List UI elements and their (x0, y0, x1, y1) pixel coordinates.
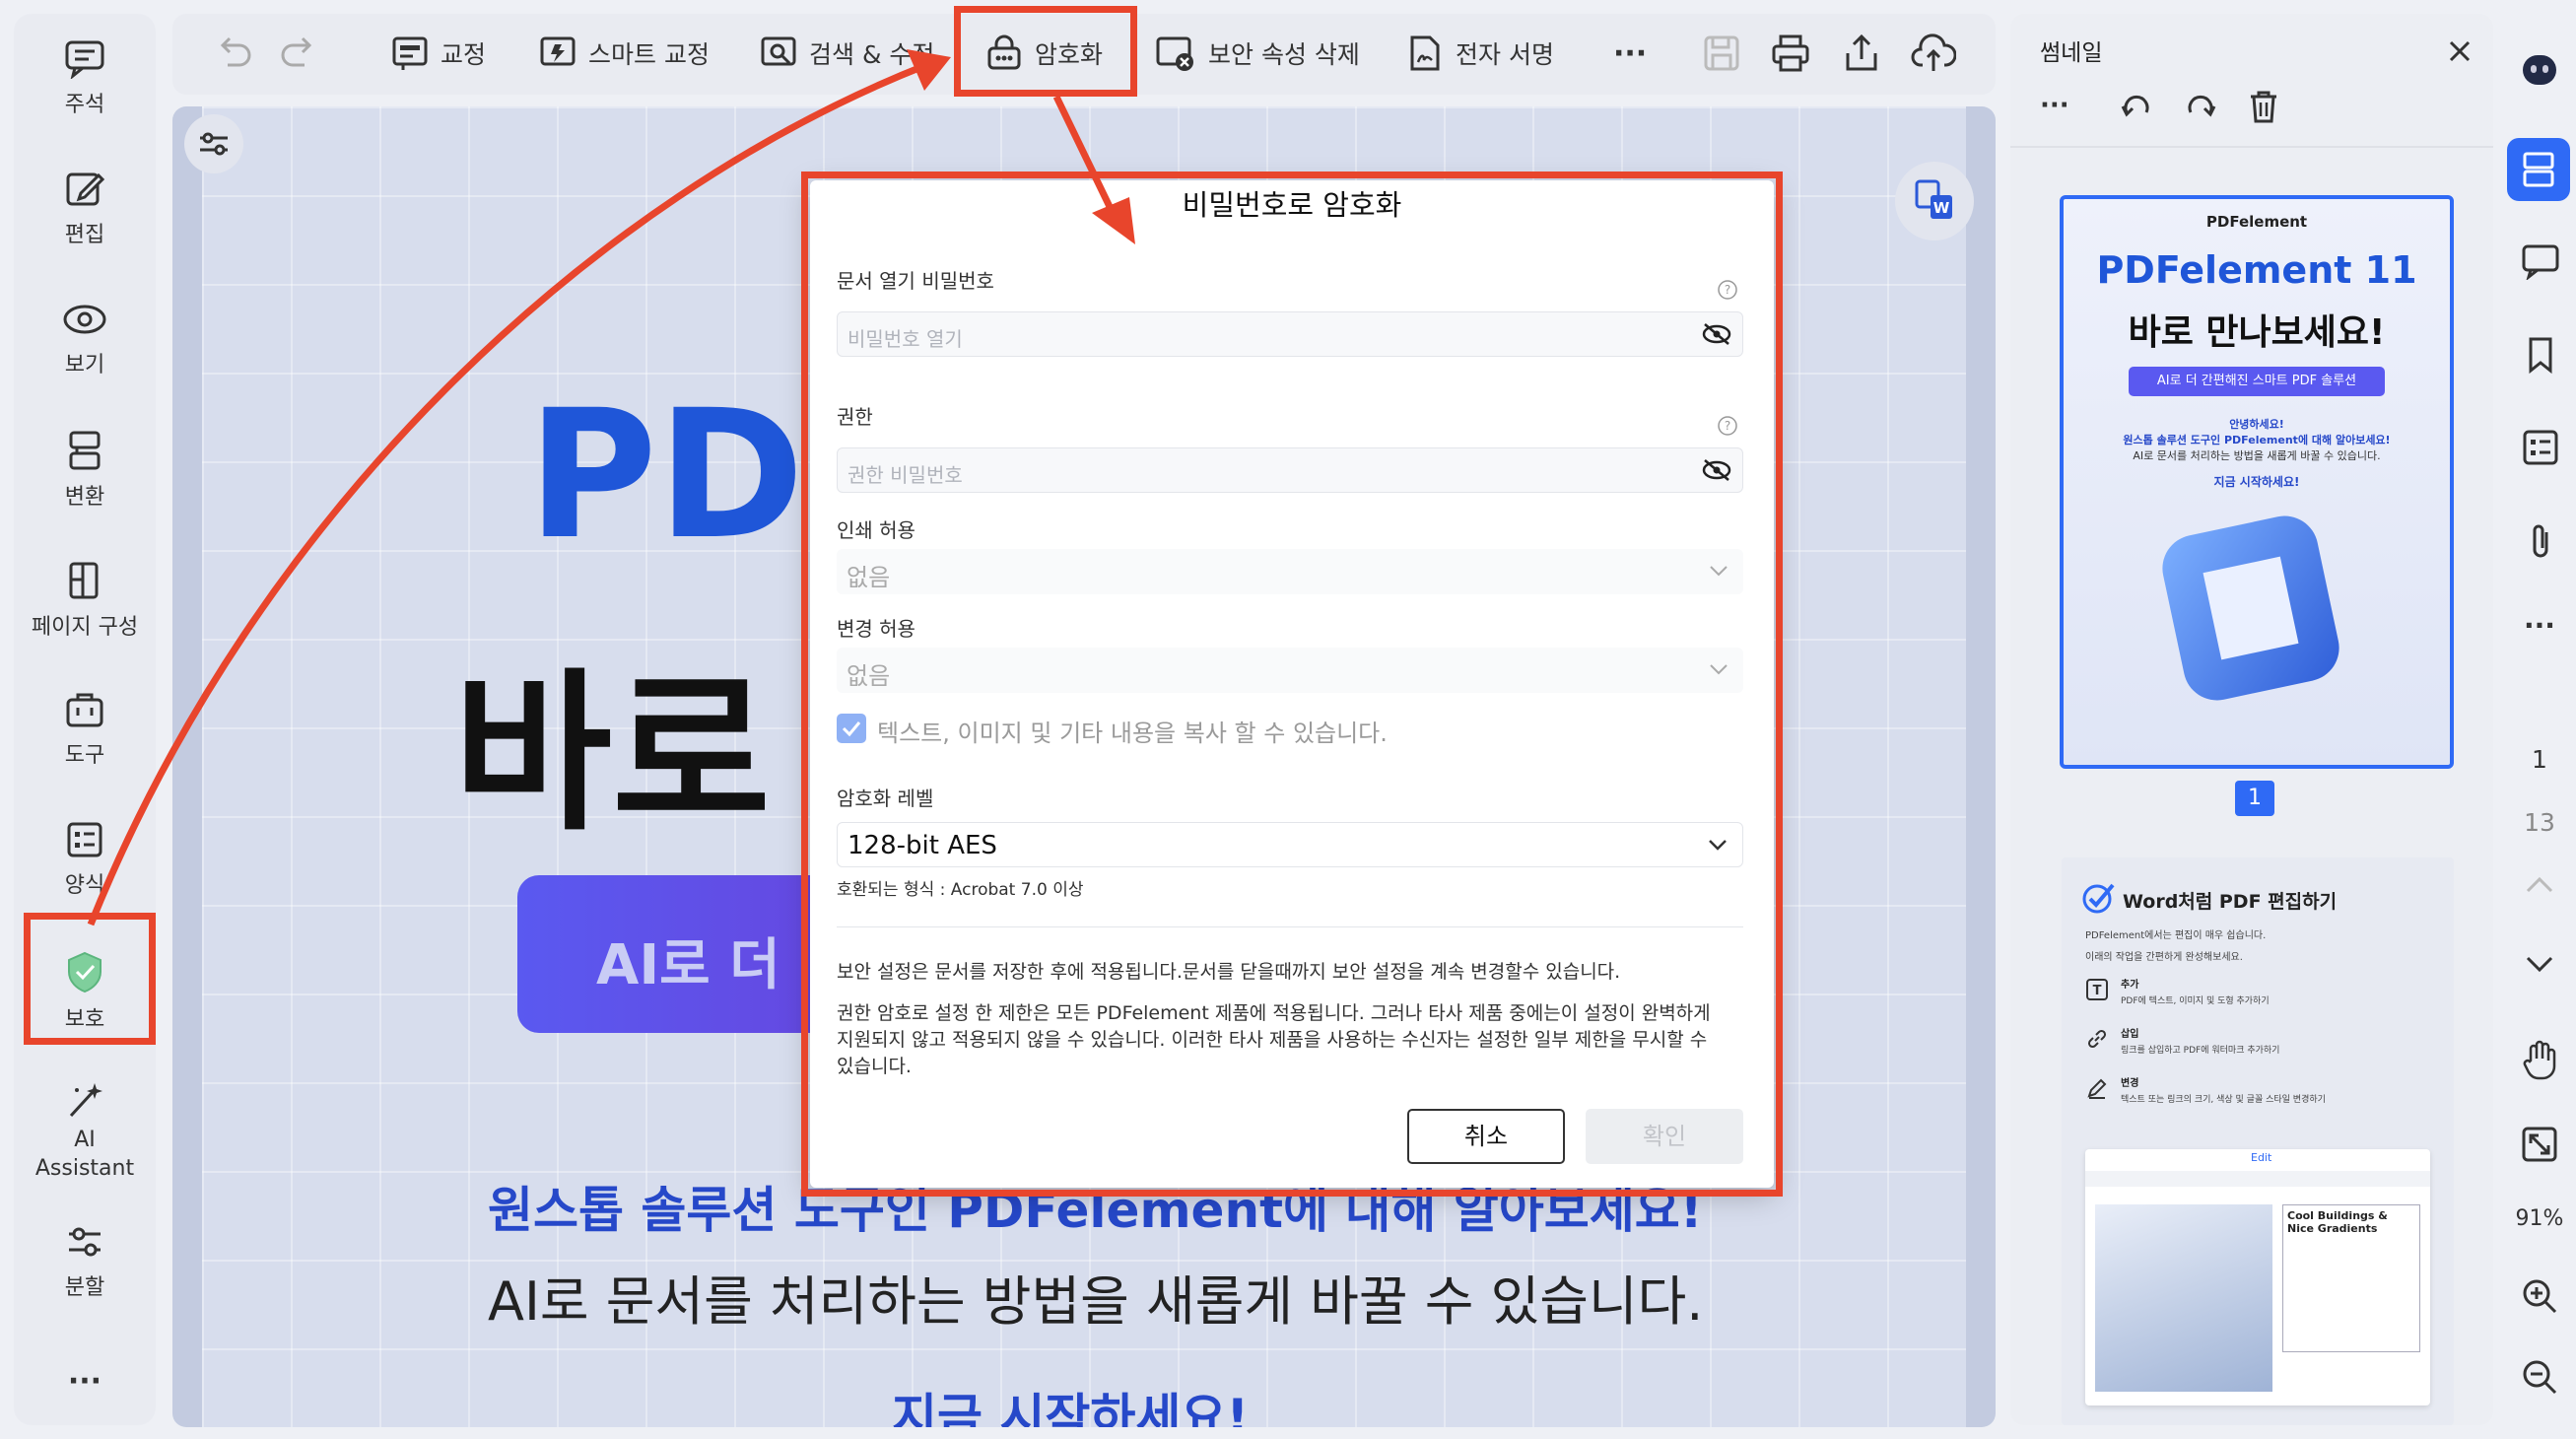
arrow-curve (87, 61, 928, 926)
arrow-head-straight (1092, 197, 1135, 244)
arrow-straight (1052, 95, 1118, 217)
annotation-arrows (87, 49, 1135, 926)
